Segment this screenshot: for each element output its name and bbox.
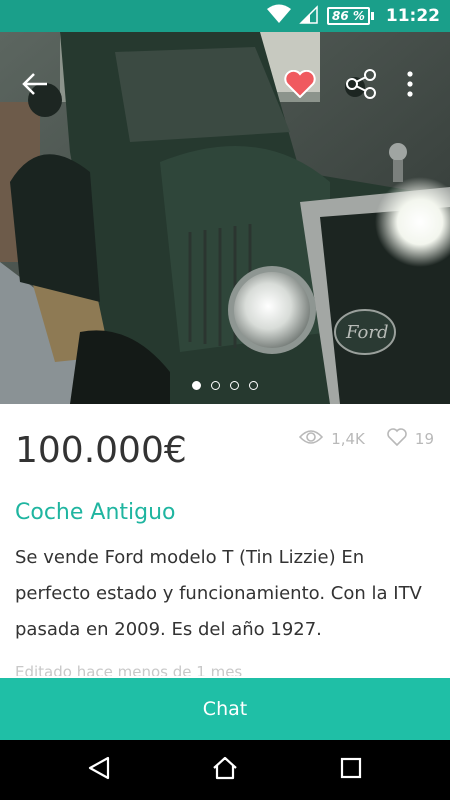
views-count: 1,4K (331, 430, 365, 448)
chat-button[interactable]: Chat (0, 678, 450, 740)
favorites-count: 19 (414, 430, 434, 448)
back-arrow-icon (21, 72, 49, 100)
recents-square-icon (340, 757, 362, 783)
battery-icon: 86 % (326, 7, 374, 25)
listing-stats: 1,4K 19 (299, 428, 434, 450)
heart-icon (284, 69, 316, 102)
eye-icon (299, 429, 324, 449)
favorite-button[interactable] (280, 66, 320, 106)
edited-label: Editado hace menos de 1 mes (15, 663, 243, 676)
nav-home-button[interactable] (207, 752, 243, 788)
nav-back-button[interactable] (81, 752, 117, 788)
share-button[interactable] (341, 66, 381, 106)
views-stat: 1,4K (299, 429, 365, 449)
nav-recents-button[interactable] (333, 752, 369, 788)
car-photo: Ford (0, 32, 450, 404)
home-icon (212, 756, 238, 784)
status-bar: 86 % 11:22 (0, 0, 450, 32)
listing-title: Coche Antiguo (15, 500, 176, 525)
clock: 11:22 (385, 6, 440, 26)
listing-photo-gallery[interactable]: Ford (0, 32, 450, 404)
listing-description: Se vende Ford modelo T (Tin Lizzie) En p… (15, 547, 422, 640)
signal-icon (299, 4, 319, 28)
system-nav-bar (0, 740, 450, 800)
back-triangle-icon (88, 756, 110, 784)
more-vert-icon (406, 70, 414, 102)
wifi-icon (266, 4, 291, 28)
back-button[interactable] (15, 66, 55, 106)
share-icon (345, 69, 377, 103)
heart-outline-icon (387, 428, 407, 450)
pagination-dot[interactable] (249, 381, 258, 390)
svg-text:Ford: Ford (345, 322, 388, 343)
pagination-dot[interactable] (230, 381, 239, 390)
battery-percent: 86 % (326, 7, 370, 25)
gallery-pagination (0, 381, 450, 390)
favorites-stat: 19 (387, 428, 434, 450)
pagination-dot[interactable] (192, 381, 201, 390)
pagination-dot[interactable] (211, 381, 220, 390)
status-icons: 86 % 11:22 (266, 0, 440, 32)
more-options-button[interactable] (390, 66, 430, 106)
listing-price: 100.000€ (15, 430, 187, 471)
